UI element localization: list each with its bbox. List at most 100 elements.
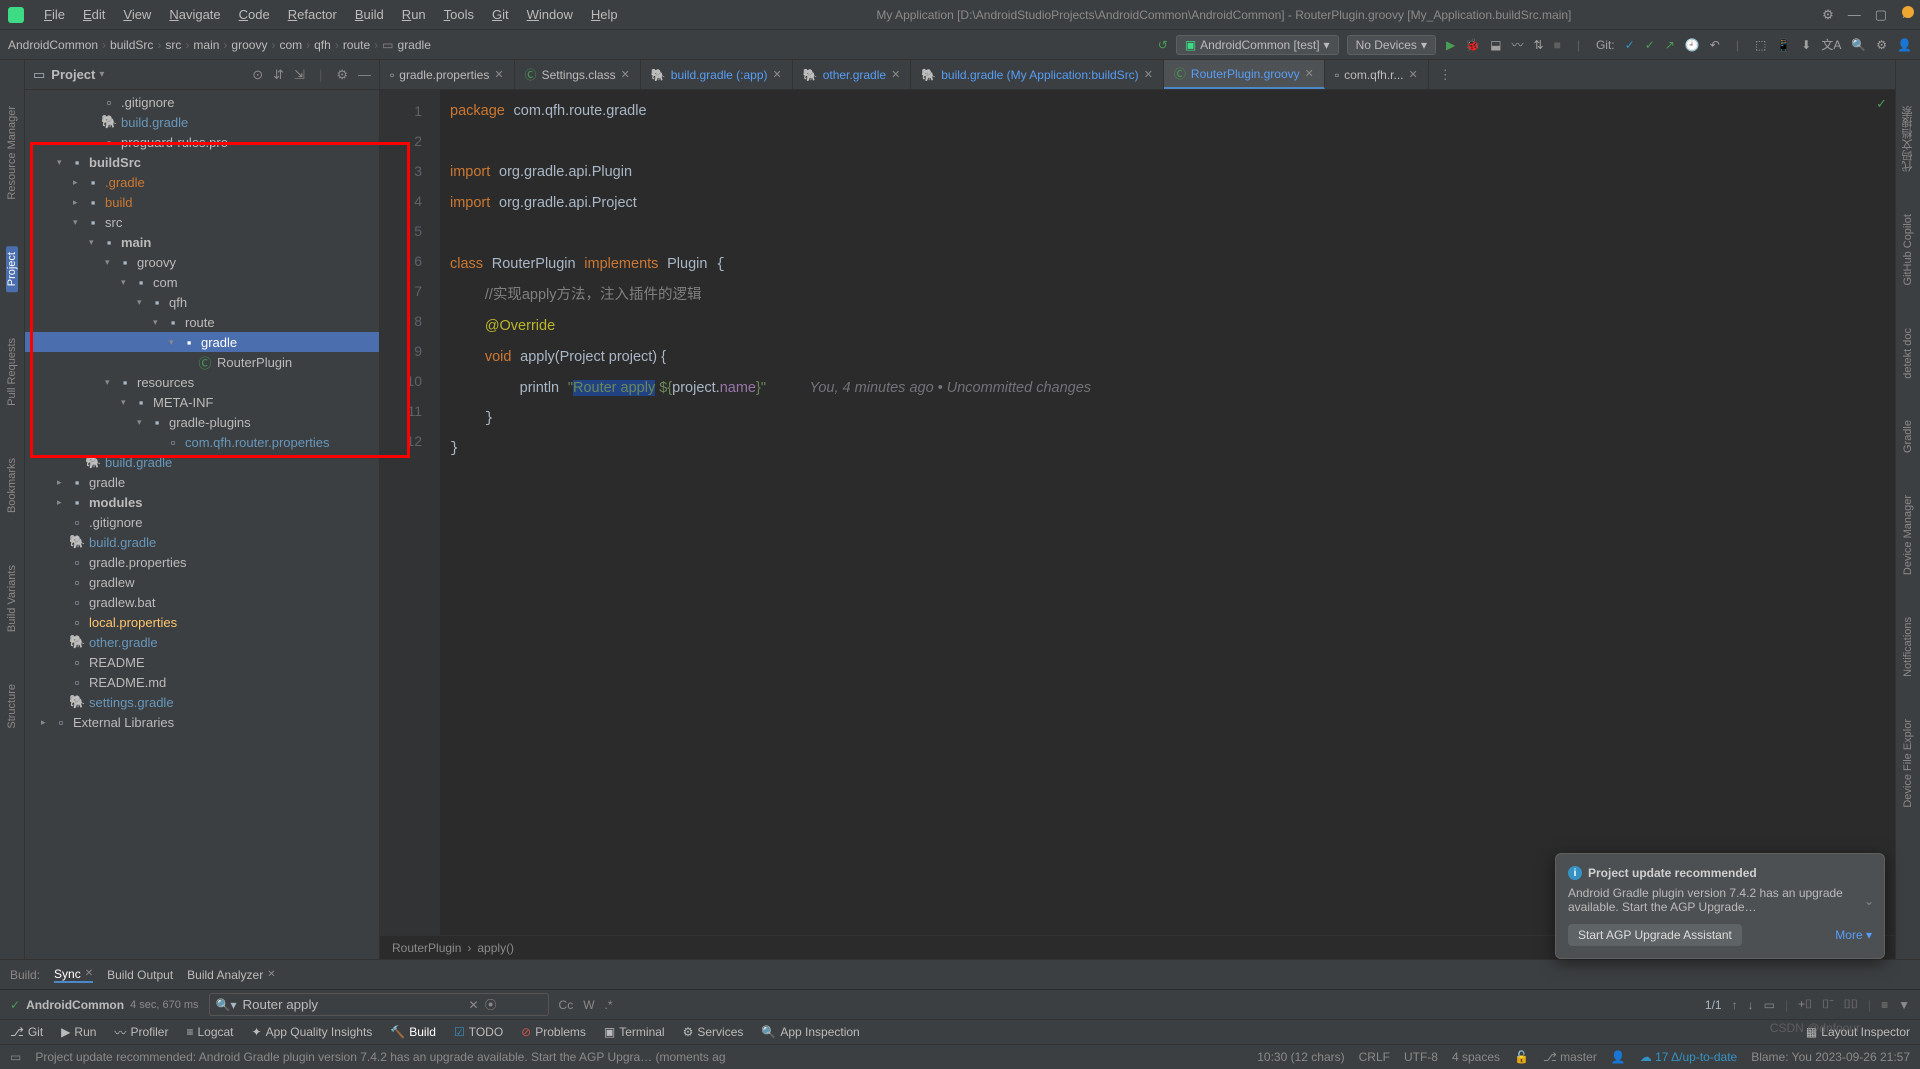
- editor-body[interactable]: 123456789101112 package com.qfh.route.gr…: [380, 90, 1895, 935]
- git-commit-icon[interactable]: ✓: [1645, 38, 1655, 52]
- settings-icon[interactable]: ⚙: [1876, 38, 1887, 52]
- tree-item[interactable]: ▫README.md: [25, 672, 379, 692]
- crumb-method[interactable]: apply(): [477, 941, 514, 955]
- tool-gradle[interactable]: Gradle: [1902, 414, 1914, 459]
- tool-todo[interactable]: ☑TODO: [454, 1025, 503, 1039]
- caret-position[interactable]: 10:30 (12 chars): [1257, 1050, 1344, 1064]
- regex-icon[interactable]: .*: [605, 998, 613, 1012]
- match-case-icon[interactable]: Cc: [559, 998, 574, 1012]
- tool-device-file-explor[interactable]: Device File Explor: [1902, 713, 1914, 814]
- tree-item[interactable]: 🐘other.gradle: [25, 632, 379, 652]
- tree-item[interactable]: ▫local.properties: [25, 612, 379, 632]
- breadcrumb-item[interactable]: com: [279, 38, 302, 52]
- close-icon[interactable]: ✕: [1305, 67, 1314, 80]
- run-config-selector[interactable]: ▣ AndroidCommon [test] ▾: [1176, 35, 1339, 55]
- tool-bookmarks[interactable]: Bookmarks: [6, 452, 18, 519]
- close-icon[interactable]: ✕: [85, 968, 93, 979]
- tool-structure[interactable]: Structure: [6, 678, 18, 735]
- crumb-class[interactable]: RouterPlugin: [392, 941, 461, 955]
- translate-icon[interactable]: 文A: [1821, 36, 1841, 53]
- close-icon[interactable]: ✕: [494, 68, 503, 81]
- tree-item[interactable]: 🐘build.gradle: [25, 452, 379, 472]
- tree-item[interactable]: ▸▫External Libraries: [25, 712, 379, 732]
- select-all-icon[interactable]: ▭: [1764, 998, 1775, 1012]
- editor-tab[interactable]: 🐘other.gradle✕: [793, 60, 912, 89]
- popup-more-link[interactable]: More ▾: [1835, 928, 1872, 942]
- status-bar-icon[interactable]: ▭: [10, 1050, 21, 1064]
- breadcrumb-item[interactable]: gradle: [398, 38, 431, 52]
- breadcrumb-item[interactable]: qfh: [314, 38, 331, 52]
- rollback-icon[interactable]: ↶: [1710, 38, 1720, 52]
- git-push-icon[interactable]: ↗: [1665, 38, 1675, 52]
- close-icon[interactable]: ✕: [1409, 68, 1418, 81]
- tree-item[interactable]: ▾▪qfh: [25, 292, 379, 312]
- tree-item[interactable]: ▫proguard-rules.pro: [25, 132, 379, 152]
- tool-app-inspection[interactable]: 🔍App Inspection: [761, 1025, 859, 1039]
- tree-item[interactable]: 🐘build.gradle: [25, 532, 379, 552]
- tree-item[interactable]: ▫gradlew.bat: [25, 592, 379, 612]
- menu-run[interactable]: Run: [394, 3, 434, 26]
- tree-item[interactable]: ▫gradlew: [25, 572, 379, 592]
- next-match-icon[interactable]: ↓: [1748, 998, 1754, 1012]
- select-opened-icon[interactable]: ⊙: [252, 67, 263, 83]
- tab-build-analyzer[interactable]: Build Analyzer ✕: [187, 968, 275, 982]
- minimize-icon[interactable]: —: [1848, 7, 1861, 23]
- profile-icon[interactable]: 〰: [1512, 36, 1524, 53]
- collapse-all-icon[interactable]: ⇲: [294, 67, 305, 83]
- run-icon[interactable]: ▶: [1446, 38, 1455, 52]
- tree-item[interactable]: ▸▪.gradle: [25, 172, 379, 192]
- menu-tools[interactable]: Tools: [436, 3, 482, 26]
- tree-item[interactable]: ▾▪buildSrc: [25, 152, 379, 172]
- sdk-icon[interactable]: ⬇: [1801, 38, 1811, 52]
- tree-item[interactable]: ▫.gitignore: [25, 92, 379, 112]
- tabs-more-icon[interactable]: ⋮: [1429, 67, 1462, 83]
- tree-item[interactable]: ▾▪gradle-plugins: [25, 412, 379, 432]
- git-blame[interactable]: Blame: You 2023-09-26 21:57: [1751, 1050, 1910, 1064]
- expand-all-icon[interactable]: ⇵: [273, 67, 284, 83]
- tool-profiler[interactable]: 〰Profiler: [114, 1024, 168, 1041]
- coverage-icon[interactable]: ⬓: [1490, 38, 1501, 52]
- clear-icon[interactable]: ✕: [469, 998, 479, 1012]
- tool-terminal[interactable]: ▣Terminal: [604, 1025, 665, 1039]
- start-upgrade-button[interactable]: Start AGP Upgrade Assistant: [1568, 924, 1742, 946]
- tree-item[interactable]: ▸▪gradle: [25, 472, 379, 492]
- menu-navigate[interactable]: Navigate: [161, 3, 228, 26]
- git-branch[interactable]: ⎇ master: [1543, 1050, 1597, 1064]
- chevron-down-icon[interactable]: ▾: [99, 69, 104, 80]
- tool-代码文档搜索[interactable]: 代码文档搜索: [1900, 100, 1916, 178]
- tree-item[interactable]: ▾▪src: [25, 212, 379, 232]
- find-input[interactable]: [243, 997, 463, 1012]
- editor-tab[interactable]: ⒸSettings.class✕: [515, 60, 641, 89]
- search-icon[interactable]: 🔍: [1851, 38, 1866, 52]
- settings-icon[interactable]: ⚙: [336, 67, 348, 83]
- menu-code[interactable]: Code: [231, 3, 278, 26]
- hide-icon[interactable]: —: [358, 67, 371, 83]
- history-icon[interactable]: 🕘: [1685, 38, 1700, 52]
- menu-build[interactable]: Build: [347, 3, 392, 26]
- menu-refactor[interactable]: Refactor: [280, 3, 345, 26]
- project-tree[interactable]: ▫.gitignore🐘build.gradle▫proguard-rules.…: [25, 90, 379, 959]
- tree-item[interactable]: ▫README: [25, 652, 379, 672]
- tree-item[interactable]: ▾▪META-INF: [25, 392, 379, 412]
- tree-item[interactable]: 🐘settings.gradle: [25, 692, 379, 712]
- tree-item[interactable]: 🐘build.gradle: [25, 112, 379, 132]
- breadcrumb-item[interactable]: groovy: [231, 38, 267, 52]
- tree-item[interactable]: ▫gradle.properties: [25, 552, 379, 572]
- tool-build[interactable]: 🔨Build: [390, 1025, 436, 1039]
- tool-services[interactable]: ⚙Services: [683, 1025, 744, 1039]
- tree-item[interactable]: ▫.gitignore: [25, 512, 379, 532]
- tool-app-quality-insights[interactable]: ✦App Quality Insights: [252, 1025, 373, 1039]
- sort-icon[interactable]: ≡: [1881, 998, 1888, 1012]
- tree-item[interactable]: ▸▪build: [25, 192, 379, 212]
- tab-sync[interactable]: Sync ✕: [54, 967, 93, 983]
- breadcrumb[interactable]: AndroidCommon›buildSrc›src›main›groovy›c…: [8, 38, 431, 52]
- device-selector[interactable]: No Devices ▾: [1347, 35, 1436, 55]
- tab-build-output[interactable]: Build Output: [107, 968, 173, 982]
- editor-tab[interactable]: 🐘build.gradle (:app)✕: [641, 60, 793, 89]
- words-icon[interactable]: W: [583, 998, 594, 1012]
- tree-item[interactable]: ▾▪gradle: [25, 332, 379, 352]
- account-icon[interactable]: 👤: [1897, 38, 1912, 52]
- menu-file[interactable]: File: [36, 3, 73, 26]
- tool-git[interactable]: ⎇Git: [10, 1025, 43, 1039]
- breadcrumb-item[interactable]: main: [193, 38, 219, 52]
